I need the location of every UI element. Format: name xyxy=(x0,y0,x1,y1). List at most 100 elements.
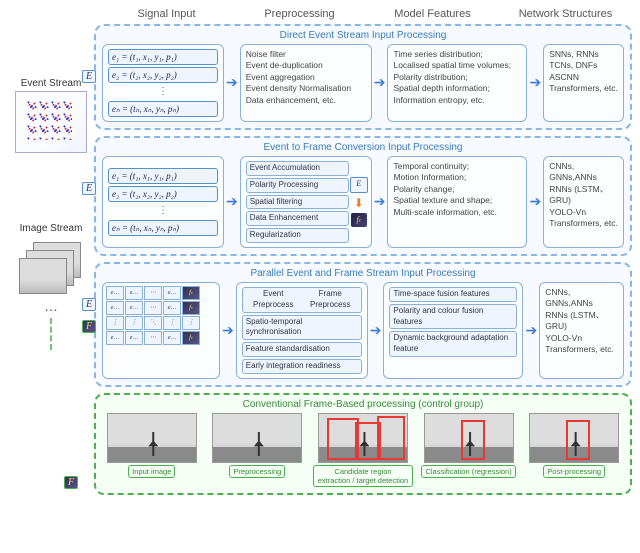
control-step-label: Post-processing xyxy=(543,465,605,478)
mini-feature: Polarity and colour fusion features xyxy=(389,304,517,330)
arrow-right-icon: ➔ xyxy=(529,74,541,91)
control-step: Candidate region extraction / target det… xyxy=(313,413,413,487)
event-stream-plot-icon xyxy=(15,91,87,153)
event-eq: e₁ = (t₁, x₁, y₁, p₁) xyxy=(108,168,218,184)
grid-cell: ⋯ xyxy=(144,331,162,345)
e2f-nets-box: CNNs, GNNs,ANNs RNNs (LSTM、GRU) YOLO-Vn … xyxy=(543,156,624,248)
control-step-label: Candidate region extraction / target det… xyxy=(313,465,413,487)
pipeline-control: Conventional Frame-Based processing (con… xyxy=(94,393,632,495)
event-eq: e₂ = (t₂, x₂, y₂, p₂) xyxy=(108,186,218,202)
F-badge: F xyxy=(64,476,78,489)
E-chip: E xyxy=(350,177,368,193)
arrow-right-icon: ➔ xyxy=(525,322,537,339)
grid-cell: ⋯ xyxy=(144,301,162,315)
direct-preproc-box: Noise filter Event de-duplication Event … xyxy=(240,44,372,122)
grid-cell: e… xyxy=(125,286,143,300)
mini-step: Regularization xyxy=(246,228,349,243)
header-preproc: Preprocessing xyxy=(233,8,366,20)
E-badge: E xyxy=(82,182,96,195)
grid-cell: ⋮ xyxy=(125,316,143,330)
grid-cell-frame: fₜ xyxy=(182,286,200,300)
grid-cell: ⋯ xyxy=(144,286,162,300)
grid-cell: e… xyxy=(125,331,143,345)
image-stream-stack-icon xyxy=(19,242,83,294)
ft-chip: fₜ xyxy=(351,213,367,227)
arrow-right-icon: ➔ xyxy=(226,74,238,91)
grid-cell: e… xyxy=(106,331,124,345)
control-step-label: Preprocessing xyxy=(229,465,285,478)
control-thumb-icon xyxy=(318,413,408,463)
mini-step: Early integration readiness xyxy=(242,359,362,374)
pipeline-e2f: Event to Frame Conversion Input Processi… xyxy=(94,136,632,256)
grid-cell-frame: fₜ xyxy=(182,331,200,345)
mini-step: Event Accumulation xyxy=(246,161,349,176)
pipeline-parallel-title: Parallel Event and Frame Stream Input Pr… xyxy=(102,268,624,279)
arrow-right-icon: ➔ xyxy=(222,322,234,339)
image-stream-label: Image Stream xyxy=(20,223,83,234)
grid-cell: ⋮ xyxy=(106,316,124,330)
mini-step: Spatial filtering xyxy=(246,195,349,210)
direct-features-box: Time series distribution; Localised spat… xyxy=(387,44,527,122)
vdots-icon: ⋮ xyxy=(108,204,218,218)
mini-step: Data Enhancement xyxy=(246,211,349,226)
control-step-label: Classification (regression) xyxy=(421,465,515,478)
control-step: Post-processing xyxy=(524,413,624,478)
header-nets: Network Structures xyxy=(499,8,632,20)
grid-cell: e… xyxy=(163,286,181,300)
pipeline-control-title: Conventional Frame-Based processing (con… xyxy=(102,399,624,410)
mini-step: Feature standardisation xyxy=(242,342,362,357)
direct-signal-box: e₁ = (t₁, x₁, y₁, p₁) e₂ = (t₂, x₂, y₂, … xyxy=(102,44,224,122)
arrow-right-icon: ➔ xyxy=(374,74,386,91)
grid-cell: e… xyxy=(106,301,124,315)
mini-step-pair: Event Preprocess Frame Preprocess xyxy=(242,287,362,313)
pipeline-direct-title: Direct Event Stream Input Processing xyxy=(102,30,624,41)
grid-cell: e… xyxy=(125,301,143,315)
direct-nets-box: SNNs, RNNs TCNs, DNFs ASCNN Transformers… xyxy=(543,44,624,122)
grid-cell: ⋱ xyxy=(144,316,162,330)
F-badge: F xyxy=(82,320,96,333)
dashed-arrow-icon xyxy=(50,318,52,350)
arrow-right-icon: ➔ xyxy=(226,193,238,210)
grid-cell: ⋮ xyxy=(163,316,181,330)
mini-feature: Time-space fusion features xyxy=(389,287,517,302)
control-thumb-icon xyxy=(212,413,302,463)
vdots-icon: ⋮ xyxy=(108,85,218,99)
parallel-features-box: Time-space fusion features Polarity and … xyxy=(383,282,523,379)
arrow-right-icon: ➔ xyxy=(529,193,541,210)
arrow-right-icon: ➔ xyxy=(374,193,386,210)
control-step-label: Input image xyxy=(128,465,175,478)
control-step: Input image xyxy=(102,413,202,478)
E-badge: E xyxy=(82,298,96,311)
header-features: Model Features xyxy=(366,8,499,20)
input-streams-col: Event Stream Image Stream … F xyxy=(8,24,94,495)
E-badge: E xyxy=(82,70,96,83)
grid-cell: e… xyxy=(163,331,181,345)
pipeline-parallel: Parallel Event and Frame Stream Input Pr… xyxy=(94,262,632,387)
control-step: Preprocessing xyxy=(208,413,308,478)
header-signal: Signal Input xyxy=(100,8,233,20)
event-eq: e₁ = (t₁, x₁, y₁, p₁) xyxy=(108,49,218,65)
event-stream-label: Event Stream xyxy=(21,78,82,89)
control-thumb-icon xyxy=(107,413,197,463)
grid-cell: e… xyxy=(163,301,181,315)
mini-feature: Dynamic background adaptation feature xyxy=(389,331,517,357)
grid-cell: ⋮ xyxy=(182,316,200,330)
control-thumb-icon xyxy=(529,413,619,463)
arrow-right-icon: ➔ xyxy=(370,322,382,339)
event-eq: eₙ = (tₙ, xₙ, yₙ, pₙ) xyxy=(108,220,218,236)
event-eq: e₂ = (t₂, x₂, y₂, p₂) xyxy=(108,67,218,83)
e2f-signal-box: e₁ = (t₁, x₁, y₁, p₁) e₂ = (t₂, x₂, y₂, … xyxy=(102,156,224,248)
mini-step: Spatio-temporal synchronisation xyxy=(242,315,362,341)
parallel-signal-grid: e… e… ⋯ e… fₜ e… e… ⋯ e… fₜ ⋮ ⋮ ⋱ ⋮ xyxy=(102,282,220,379)
mini-step: Event Preprocess xyxy=(246,289,301,311)
grid-cell: e… xyxy=(106,286,124,300)
mini-step: Polarity Processing xyxy=(246,178,349,193)
pipeline-direct: Direct Event Stream Input Processing E e… xyxy=(94,24,632,130)
grid-cell-frame: fₜ xyxy=(182,301,200,315)
event-eq: eₙ = (tₙ, xₙ, yₙ, pₙ) xyxy=(108,101,218,117)
pipeline-e2f-title: Event to Frame Conversion Input Processi… xyxy=(102,142,624,153)
parallel-nets-box: CNNs, GNNs,ANNs RNNs (LSTM、GRU) YOLO-Vn … xyxy=(539,282,624,379)
control-step: Classification (regression) xyxy=(419,413,519,478)
column-headers: Signal Input Preprocessing Model Feature… xyxy=(100,8,632,20)
parallel-preproc-box: Event Preprocess Frame Preprocess Spatio… xyxy=(236,282,368,379)
